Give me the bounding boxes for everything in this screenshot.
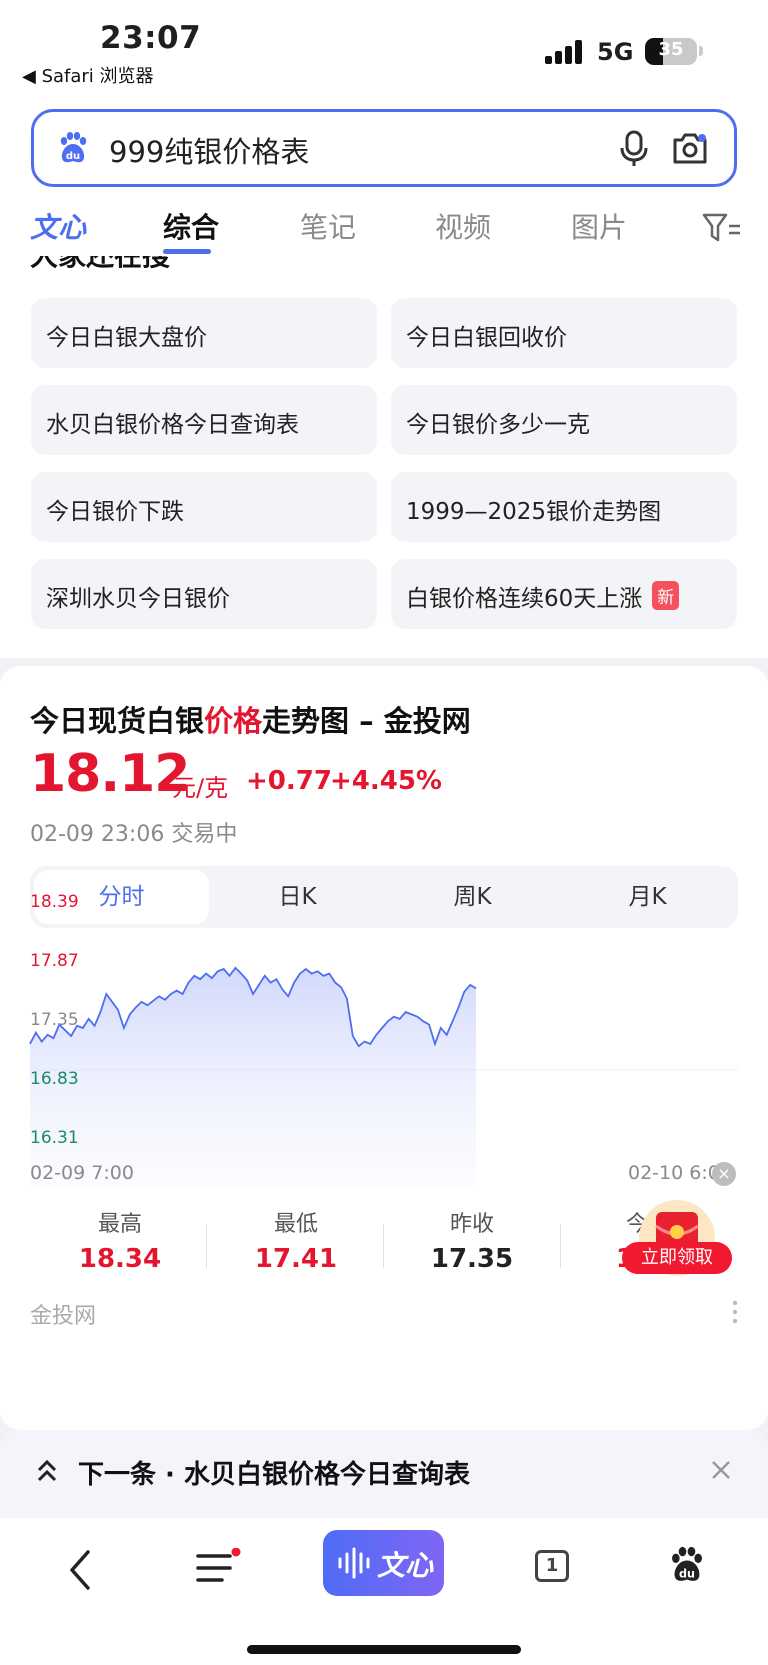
bottom-toolbar: 文心 1 du xyxy=(0,1518,768,1665)
y-tick-label: 16.31 xyxy=(30,1128,79,1148)
stat-low: 最低 17.41 xyxy=(208,1206,384,1274)
tab-video[interactable]: 视频 xyxy=(435,206,491,246)
cellular-signal-icon xyxy=(545,40,585,64)
price-change-percent: +4.45% xyxy=(330,766,442,796)
search-input[interactable]: 999纯银价格表 xyxy=(109,129,309,171)
related-chip[interactable]: 今日银价下跌 xyxy=(31,472,377,542)
related-chip[interactable]: 今日白银回收价 xyxy=(391,298,737,368)
svg-text:du: du xyxy=(679,1567,695,1580)
price-unit: 元/克 xyxy=(172,774,229,802)
related-chip-with-badge[interactable]: 白银价格连续60天上涨新 xyxy=(391,559,737,629)
related-chip[interactable]: 今日白银大盘价 xyxy=(31,298,377,368)
wenxin-label: 文心 xyxy=(377,1549,434,1582)
tab-images[interactable]: 图片 xyxy=(571,206,627,246)
stat-label: 昨收 xyxy=(449,1212,494,1237)
result-tabs: 文心 综合 笔记 视频 图片 xyxy=(0,194,768,256)
price-card: 今日现货白银价格走势图 – 金投网 18.12 元/克 +0.77 +4.45%… xyxy=(0,666,768,1430)
related-chip[interactable]: 深圳水贝今日银价 xyxy=(31,559,377,629)
y-tick-label: 17.35 xyxy=(30,1010,79,1030)
stat-prev-close: 昨收 17.35 xyxy=(384,1206,560,1274)
tab-wenxin[interactable]: 文心 xyxy=(30,206,86,246)
back-arrow-icon[interactable] xyxy=(68,1550,92,1590)
related-searches-title: 大家还在搜 xyxy=(30,256,170,274)
menu-icon[interactable] xyxy=(196,1548,242,1588)
stat-value: 17.41 xyxy=(254,1244,338,1274)
active-tab-indicator xyxy=(163,249,211,254)
battery-icon: 35 xyxy=(645,38,697,65)
close-icon[interactable] xyxy=(709,1458,733,1482)
search-area: du 999纯银价格表 xyxy=(0,92,768,194)
related-chip[interactable]: 今日银价多少一克 xyxy=(391,385,737,455)
search-box[interactable]: du 999纯银价格表 xyxy=(31,109,737,187)
period-tab-daily[interactable]: 日K xyxy=(210,870,385,924)
y-tick-label: 16.83 xyxy=(30,1069,79,1089)
next-result-bar[interactable]: 下一条 · 水贝白银价格今日查询表 xyxy=(0,1430,768,1518)
camera-icon[interactable] xyxy=(669,128,711,168)
source-label[interactable]: 金投网 xyxy=(30,1298,96,1330)
period-tabs: 分时 日K 周K 月K xyxy=(30,866,738,928)
stat-value: 18.34 xyxy=(78,1244,162,1274)
tabs-count-button[interactable]: 1 xyxy=(535,1550,569,1582)
svg-text:du: du xyxy=(66,151,80,162)
period-tab-monthly[interactable]: 月K xyxy=(560,870,735,924)
tab-notes[interactable]: 笔记 xyxy=(300,206,356,246)
filter-icon[interactable] xyxy=(702,212,742,244)
stat-label: 最高 xyxy=(97,1212,142,1237)
next-result-label: 下一条 · 水贝白银价格今日查询表 xyxy=(78,1460,470,1490)
price-card-title[interactable]: 今日现货白银价格走势图 – 金投网 xyxy=(30,698,471,740)
sound-wave-icon xyxy=(338,1547,370,1579)
back-to-safari-link[interactable]: ◀ Safari 浏览器 xyxy=(22,62,154,88)
network-type: 5G xyxy=(597,38,634,66)
baidu-paw-home-icon[interactable]: du xyxy=(668,1546,706,1584)
baidu-paw-icon[interactable]: du xyxy=(56,131,90,165)
tab-all[interactable]: 综合 xyxy=(163,206,219,246)
claim-now-button[interactable]: 立即领取 xyxy=(622,1242,732,1274)
status-bar: 23:07 ◀ Safari 浏览器 5G 35 xyxy=(0,0,768,92)
home-indicator xyxy=(247,1645,521,1654)
current-price: 18.12 xyxy=(30,744,190,804)
related-chip[interactable]: 水贝白银价格今日查询表 xyxy=(31,385,377,455)
battery-level: 35 xyxy=(658,39,684,60)
more-options-icon[interactable] xyxy=(732,1300,738,1324)
stat-high: 最高 18.34 xyxy=(32,1206,208,1274)
new-badge: 新 xyxy=(652,581,680,610)
status-time: 23:07 xyxy=(100,20,202,56)
x-tick-label: 02-09 7:00 xyxy=(30,1162,134,1184)
y-tick-label: 17.87 xyxy=(30,951,79,971)
price-area-fill xyxy=(30,967,476,1188)
price-change: +0.77 xyxy=(246,766,332,796)
promo-close-icon[interactable]: × xyxy=(712,1162,736,1186)
microphone-icon[interactable] xyxy=(614,128,654,168)
period-tab-weekly[interactable]: 周K xyxy=(385,870,560,924)
wenxin-ai-button[interactable]: 文心 xyxy=(323,1530,444,1596)
chevron-up-icon xyxy=(37,1459,57,1482)
related-searches-card: 大家还在搜 今日白银大盘价 今日白银回收价 水贝白银价格今日查询表 今日银价多少… xyxy=(0,256,768,658)
stat-label: 最低 xyxy=(273,1212,318,1237)
y-tick-label: 18.39 xyxy=(30,892,79,912)
stat-value: 17.35 xyxy=(430,1244,514,1274)
price-time-status: 02-09 23:06 交易中 xyxy=(30,822,238,847)
related-chip[interactable]: 1999—2025银价走势图 xyxy=(391,472,737,542)
related-chip-label: 白银价格连续60天上涨 xyxy=(406,586,643,612)
